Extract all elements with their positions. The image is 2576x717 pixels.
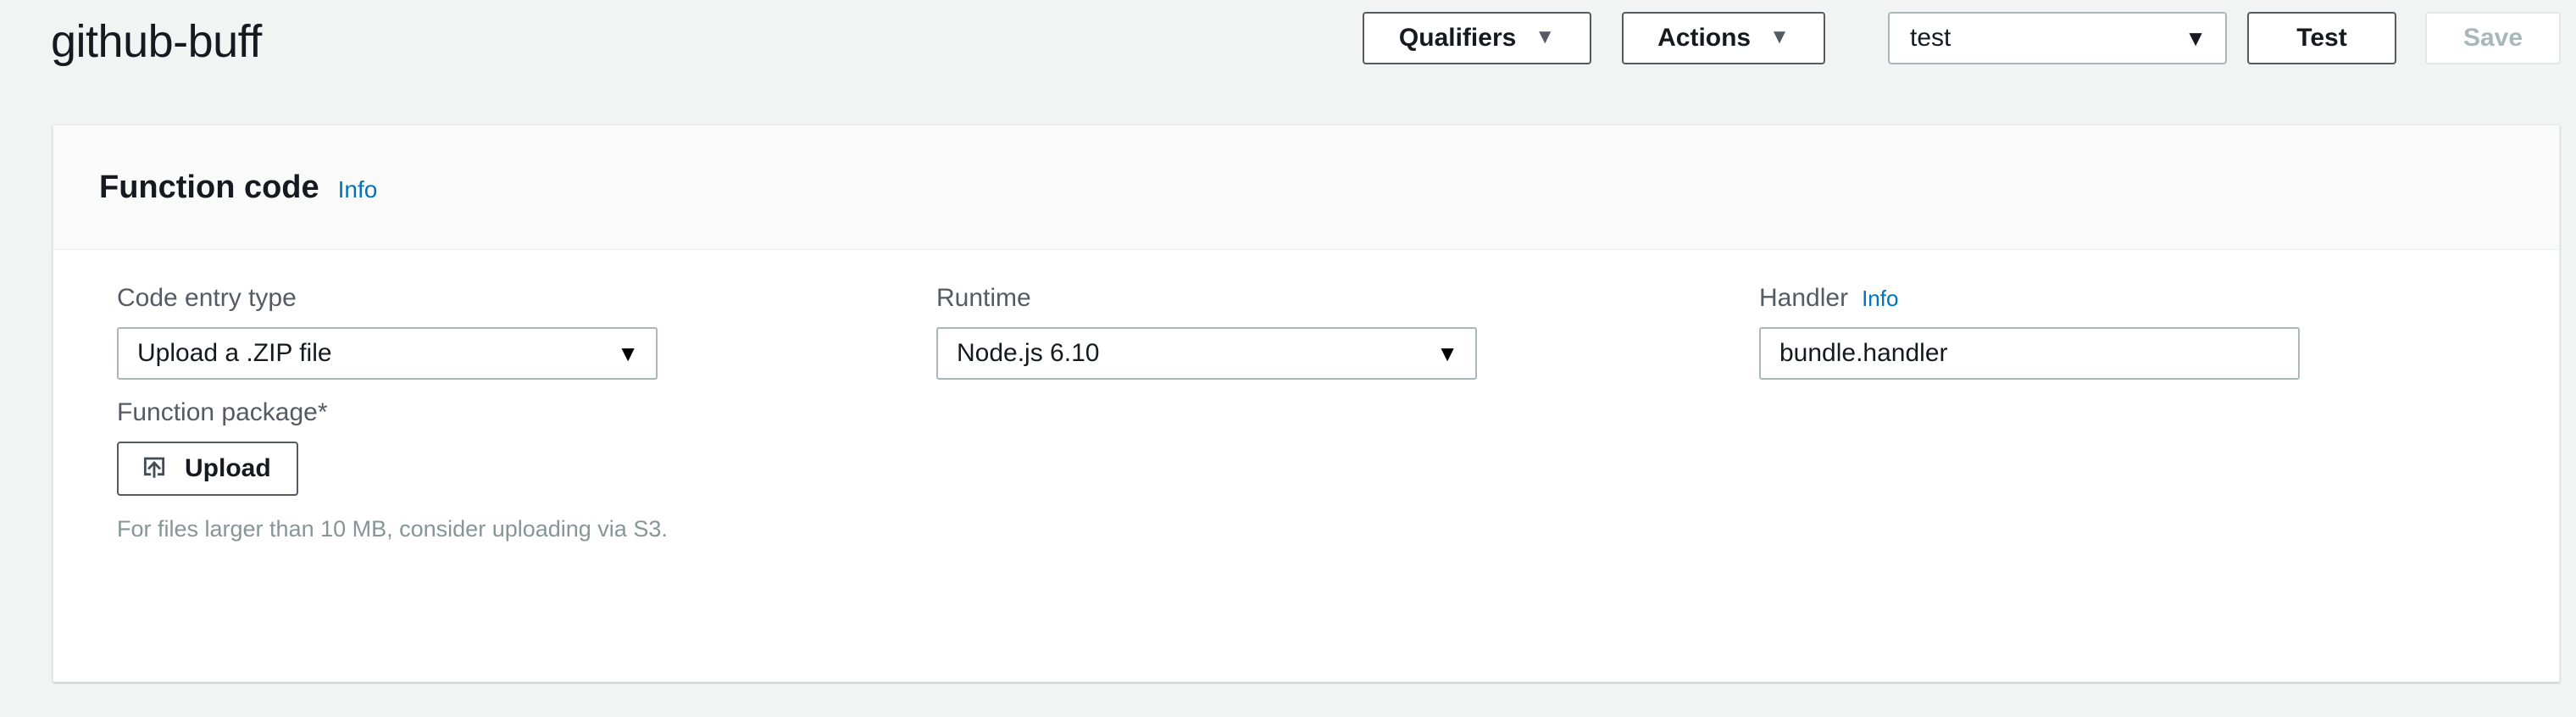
handler-info-link[interactable]: Info — [1862, 287, 1898, 309]
page-title: github-buff — [51, 16, 262, 67]
actions-label: Actions — [1657, 24, 1752, 52]
function-code-info-link[interactable]: Info — [338, 178, 378, 202]
handler-label-row: Handler Info — [1759, 283, 2300, 314]
code-entry-type-label: Code entry type — [117, 284, 297, 312]
upload-button[interactable]: Upload — [117, 442, 298, 496]
function-code-card-body: Code entry type Upload a .ZIP file ▼ Run… — [53, 250, 2559, 681]
test-event-select[interactable]: test ▼ — [1888, 12, 2227, 64]
actions-dropdown-button[interactable]: Actions ▼ — [1622, 12, 1825, 64]
upload-icon — [141, 455, 168, 482]
runtime-select[interactable]: Node.js 6.10 ▼ — [936, 327, 1477, 380]
card-title: Function code — [99, 170, 319, 205]
chevron-down-icon: ▼ — [1769, 25, 1790, 48]
save-button-label: Save — [2462, 24, 2523, 52]
save-button: Save — [2425, 12, 2561, 64]
function-code-card: Function code Info Code entry type Uploa… — [53, 125, 2560, 682]
function-package-label: Function package* — [117, 398, 328, 426]
lambda-function-code-page: github-buff Qualifiers ▼ Actions ▼ test … — [0, 0, 2576, 717]
upload-button-label: Upload — [185, 454, 271, 482]
runtime-field: Runtime Node.js 6.10 ▼ — [936, 283, 1477, 380]
code-entry-type-field: Code entry type Upload a .ZIP file ▼ — [117, 283, 658, 380]
runtime-value: Node.js 6.10 — [957, 339, 1100, 367]
code-entry-type-value: Upload a .ZIP file — [137, 339, 332, 367]
toolbar-actions: Qualifiers ▼ Actions ▼ test ▼ Test Save — [1363, 12, 2561, 64]
function-package-helper-text: For files larger than 10 MB, consider up… — [117, 516, 668, 542]
handler-input[interactable]: bundle.handler — [1759, 327, 2300, 380]
runtime-label: Runtime — [936, 284, 1031, 312]
test-button[interactable]: Test — [2247, 12, 2396, 64]
code-entry-type-select[interactable]: Upload a .ZIP file ▼ — [117, 327, 658, 380]
code-entry-type-label-row: Code entry type — [117, 283, 658, 314]
function-code-card-header: Function code Info — [53, 125, 2559, 250]
test-event-selected-value: test — [1910, 24, 1951, 52]
test-button-label: Test — [2296, 24, 2347, 52]
chevron-down-icon: ▼ — [1535, 25, 1556, 48]
qualifiers-label: Qualifiers — [1398, 24, 1517, 52]
chevron-down-icon: ▼ — [2185, 25, 2207, 51]
handler-field: Handler Info bundle.handler — [1759, 283, 2300, 380]
function-package-field: Function package* Upload For files large… — [117, 397, 668, 543]
page-toolbar: github-buff Qualifiers ▼ Actions ▼ test … — [0, 0, 2576, 92]
handler-label: Handler — [1759, 284, 1849, 312]
chevron-down-icon: ▼ — [1436, 341, 1458, 366]
qualifiers-dropdown-button[interactable]: Qualifiers ▼ — [1363, 12, 1591, 64]
runtime-label-row: Runtime — [936, 283, 1477, 314]
chevron-down-icon: ▼ — [617, 341, 639, 366]
